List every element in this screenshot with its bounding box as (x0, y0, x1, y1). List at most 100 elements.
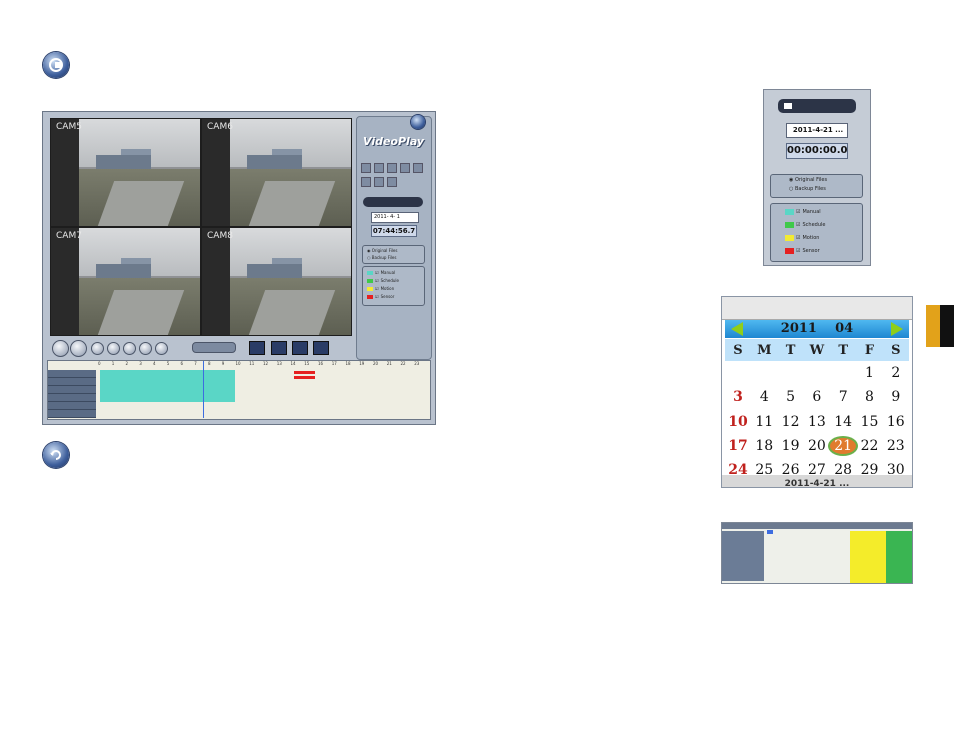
legend-label: Motion (802, 235, 820, 241)
timeline-cursor[interactable] (203, 361, 204, 418)
schedule-record-block[interactable] (886, 531, 912, 583)
sensor-record-block[interactable] (294, 376, 315, 379)
layout-16-button[interactable] (313, 341, 329, 355)
next-month-icon[interactable] (891, 322, 903, 336)
weekday-label: F (864, 343, 875, 358)
calendar-day[interactable]: 7 (830, 389, 856, 405)
record-icon[interactable] (400, 163, 410, 173)
timeline-channel[interactable] (48, 370, 96, 378)
original-files-radio[interactable]: ◉ Original Files (789, 177, 827, 183)
calendar-day[interactable]: 11 (751, 414, 777, 430)
date-picker[interactable]: 2011- 4- 1 (371, 212, 419, 223)
save-icon[interactable] (413, 163, 423, 173)
record-timeline[interactable]: 0 1 2 3 4 5 6 7 8 9 10 11 12 13 14 15 16 17 18 19 20 21 22 23 (47, 360, 431, 420)
timeline-channel[interactable] (48, 386, 96, 394)
timeline-channel[interactable] (48, 402, 96, 410)
calendar-day[interactable]: 20 (804, 438, 830, 454)
layout-4-button[interactable] (271, 341, 287, 355)
manual-record-block[interactable] (100, 370, 235, 402)
timeline-channel-list (722, 531, 764, 581)
playback-app-icon (43, 52, 69, 78)
timeline-hour-label: 7 (194, 361, 197, 366)
date-picker[interactable]: 2011-4-21 ... (786, 123, 848, 138)
legend-sensor[interactable]: ☑ Sensor (785, 248, 820, 254)
timeline-cursor[interactable] (767, 530, 773, 534)
calendar-month-year: 2011 04 (725, 321, 909, 336)
calendar-day[interactable]: 8 (857, 389, 883, 405)
legend-schedule[interactable]: ☑ Schedule (785, 222, 825, 228)
timeline-channel[interactable] (48, 378, 96, 386)
frame-forward-button[interactable] (155, 342, 168, 355)
weekday-label: M (757, 343, 772, 358)
calendar-day[interactable]: 17 (725, 438, 751, 454)
calendar-month: 04 (835, 321, 854, 336)
sensor-record-block[interactable] (294, 371, 315, 374)
calendar-day[interactable]: 14 (830, 414, 856, 430)
pause-button[interactable] (52, 340, 69, 357)
close-icon[interactable] (411, 115, 425, 129)
calendar-day[interactable]: 18 (751, 438, 777, 454)
snapshot-icon[interactable] (387, 163, 397, 173)
backup-files-radio[interactable]: ○ Backup Files (367, 255, 396, 260)
radio-label: Original Files (794, 177, 828, 183)
timeline-channel[interactable] (48, 394, 96, 402)
legend-motion[interactable]: ☑ Motion (785, 235, 819, 241)
return-icon (43, 442, 69, 468)
timeline-hour-label: 5 (166, 361, 170, 366)
layout-1-button[interactable] (249, 341, 265, 355)
camera-label: CAM8 (207, 231, 233, 241)
calendar-day[interactable]: 23 (883, 438, 909, 454)
calendar-day[interactable]: 10 (725, 414, 751, 430)
timeline-channel[interactable] (48, 410, 96, 418)
camera-label: CAM6 (207, 122, 233, 132)
legend-label: Schedule (802, 222, 826, 228)
calendar-day[interactable]: 2 (883, 365, 909, 381)
timeline-hour-label: 21 (386, 361, 392, 366)
camera-view[interactable]: CAM7 (51, 228, 200, 335)
calendar-day[interactable]: 1 (857, 365, 883, 381)
camera-view[interactable]: CAM5 (51, 119, 200, 226)
zoom-out-icon[interactable] (387, 177, 397, 187)
calendar-day[interactable]: 12 (778, 414, 804, 430)
frame-back-button[interactable] (107, 342, 120, 355)
zoom-in-icon[interactable] (361, 163, 371, 173)
fullscreen-icon[interactable] (374, 163, 384, 173)
camera-view[interactable]: CAM8 (202, 228, 351, 335)
motion-record-block[interactable] (850, 531, 886, 583)
calendar-day[interactable]: 5 (778, 389, 804, 405)
legend-sensor[interactable]: ☑ Sensor (367, 294, 394, 299)
backup-files-radio[interactable]: ○ Backup Files (789, 186, 826, 192)
file-source-group: ◉ Original Files ○ Backup Files (362, 245, 425, 264)
slow-button[interactable] (123, 342, 136, 355)
calendar-day[interactable]: 4 (751, 389, 777, 405)
volume-slider[interactable] (363, 197, 423, 207)
calendar-day-selected[interactable]: 21 (830, 437, 857, 454)
calendar-day[interactable]: 19 (778, 438, 804, 454)
reverse-button[interactable] (70, 340, 87, 357)
video-grid: CAM5 CAM6 CAM7 CAM8 (50, 118, 352, 336)
calendar-day[interactable]: 6 (804, 389, 830, 405)
timeline-hour-label: 15 (304, 361, 310, 366)
move-icon[interactable] (374, 177, 384, 187)
calendar-day[interactable]: 13 (804, 414, 830, 430)
legend-manual[interactable]: ☑ Manual (367, 270, 395, 275)
timeline-hour-label: 8 (208, 361, 211, 366)
stop-button[interactable] (91, 342, 104, 355)
radio-label: Original Files (371, 248, 398, 253)
legend-manual[interactable]: ☑ Manual (785, 209, 821, 215)
calendar-day[interactable]: 9 (883, 389, 909, 405)
calendar-day[interactable]: 16 (883, 414, 909, 430)
legend-motion[interactable]: ☑ Motion (367, 286, 394, 291)
calendar-day[interactable]: 22 (857, 438, 883, 454)
speed-slider[interactable] (192, 342, 236, 353)
legend-label: Sensor (802, 248, 820, 254)
calendar-day[interactable]: 15 (857, 414, 883, 430)
pointer-icon[interactable] (361, 177, 371, 187)
fast-button[interactable] (139, 342, 152, 355)
calendar-day[interactable]: 3 (725, 389, 751, 405)
camera-view[interactable]: CAM6 (202, 119, 351, 226)
legend-schedule[interactable]: ☑ Schedule (367, 278, 399, 283)
layout-9-button[interactable] (292, 341, 308, 355)
original-files-radio[interactable]: ◉ Original Files (367, 248, 397, 253)
radio-label: Backup Files (371, 255, 397, 260)
